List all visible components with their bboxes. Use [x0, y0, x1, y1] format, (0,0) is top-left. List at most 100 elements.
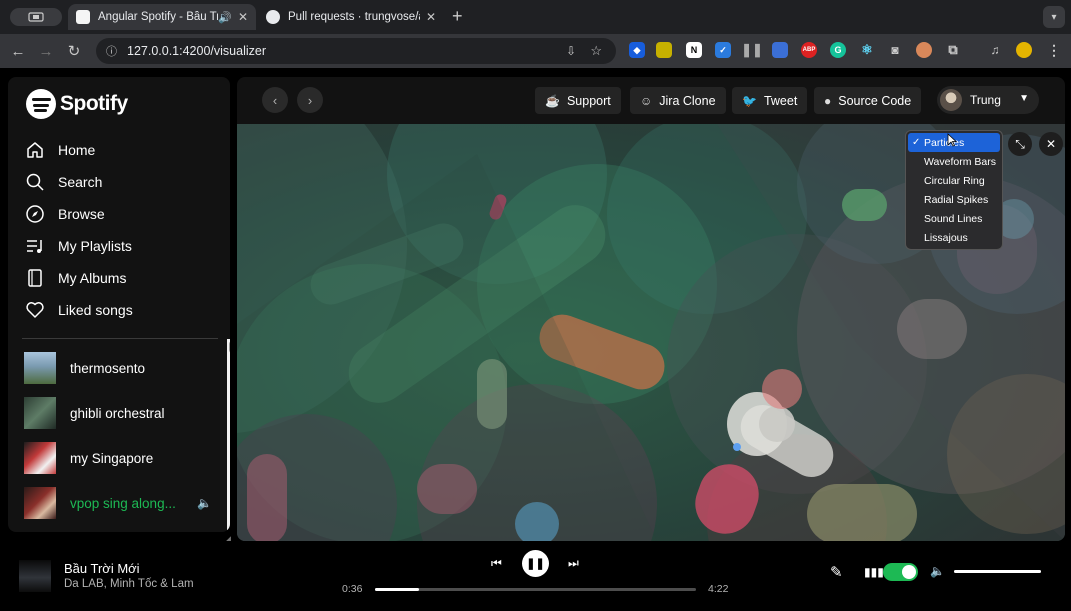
install-app-icon[interactable]: ⇩: [566, 44, 576, 58]
check-extension-icon[interactable]: ✓: [715, 42, 731, 58]
equalizer-icon[interactable]: ▮▮▮: [864, 565, 884, 579]
close-tab-icon[interactable]: ✕: [238, 10, 248, 24]
media-control-icon[interactable]: ♫: [987, 42, 1003, 58]
nav-home[interactable]: Home: [24, 137, 95, 163]
track-artist[interactable]: Da LAB, Minh Tốc & Lam: [64, 578, 194, 590]
main-content: ‹ › ☕ Support ☺ Jira Clone 🐦 Tweet ● Sou…: [237, 77, 1065, 541]
avatar: [940, 89, 962, 111]
address-bar[interactable]: ⓘ 127.0.0.1:4200/visualizer ⇩ ☆: [96, 38, 616, 64]
nav-label: Home: [58, 142, 96, 158]
avatar-extension-icon[interactable]: [916, 42, 932, 58]
tab-list-button[interactable]: ▾: [1043, 6, 1065, 28]
source-code-button[interactable]: ● Source Code: [814, 87, 922, 114]
tab-search-button[interactable]: [10, 8, 62, 26]
visualizer-mode-menu[interactable]: ✓ Particles Waveform Bars Circular Ring …: [905, 130, 1003, 250]
reload-icon[interactable]: ↻: [60, 37, 88, 65]
playlist-name: vpop sing along...: [70, 495, 176, 511]
playlist-scrollbar-thumb[interactable]: [229, 341, 230, 353]
adblock-extension-icon[interactable]: ABP: [801, 42, 817, 58]
react-devtools-icon[interactable]: ⚛: [859, 42, 875, 58]
nav-label: My Albums: [58, 270, 127, 286]
bitwarden-extension-icon[interactable]: ◆: [629, 42, 645, 58]
album-cover[interactable]: [19, 560, 51, 592]
playlist-cover: [24, 442, 56, 474]
playlist-item[interactable]: ghibli orchestral: [24, 394, 220, 432]
menu-item-sound-lines[interactable]: Sound Lines: [908, 209, 1000, 228]
nav-label: Liked songs: [58, 302, 133, 318]
spotify-logo[interactable]: Spotify: [26, 89, 128, 119]
tab-overview-icon: [28, 12, 44, 22]
nav-browse[interactable]: Browse: [24, 201, 105, 227]
spotify-logo-icon: [26, 89, 56, 119]
support-button[interactable]: ☕ Support: [535, 87, 621, 114]
vpn-extension-icon[interactable]: [772, 42, 788, 58]
playlist-name: my Singapore: [70, 450, 154, 466]
menu-item-label: Particles: [924, 136, 965, 149]
next-track-icon[interactable]: ⏭: [568, 556, 579, 571]
nav-liked-songs[interactable]: Liked songs: [24, 297, 133, 323]
browser-tab-github[interactable]: Pull requests · trungvose/ang ✕: [258, 4, 444, 30]
menu-item-lissajous[interactable]: Lissajous: [908, 228, 1000, 247]
visualizer-toggle[interactable]: [883, 563, 918, 581]
extensions-puzzle-icon[interactable]: ⧉: [945, 42, 961, 58]
browser-tab-spotify[interactable]: Angular Spotify - Bầu Trời 🔊 ✕: [68, 4, 256, 30]
forward-chevron-icon[interactable]: ›: [297, 87, 323, 113]
back-chevron-icon[interactable]: ‹: [262, 87, 288, 113]
pause-icon: ❚❚: [526, 558, 545, 570]
jira-clone-button[interactable]: ☺ Jira Clone: [630, 87, 726, 114]
nav-label: Search: [58, 174, 103, 190]
close-tab-icon[interactable]: ✕: [426, 10, 436, 24]
notion-extension-icon[interactable]: N: [686, 42, 702, 58]
playlist-item[interactable]: my Singapore: [24, 439, 220, 477]
browser-toolbar: ← → ↻ ⓘ 127.0.0.1:4200/visualizer ⇩ ☆ ◆ …: [0, 34, 1071, 68]
playlist-item-active[interactable]: vpop sing along... 🔈: [24, 484, 220, 522]
progress-bar[interactable]: [375, 588, 696, 591]
tab-title: Pull requests · trungvose/ang: [288, 11, 420, 23]
forward-arrow-icon[interactable]: →: [32, 37, 60, 65]
highlighter-extension-icon[interactable]: [656, 42, 672, 58]
visualizer-canvas[interactable]: ✓ Particles Waveform Bars Circular Ring …: [237, 124, 1065, 541]
volume-icon[interactable]: 🔈: [930, 564, 945, 578]
menu-item-circular-ring[interactable]: Circular Ring: [908, 171, 1000, 190]
grammarly-extension-icon[interactable]: G: [830, 42, 846, 58]
nav-label: Browse: [58, 206, 105, 222]
bookmark-star-icon[interactable]: ☆: [590, 43, 602, 59]
user-menu-button[interactable]: Trung ▼: [937, 86, 1039, 114]
github-icon: ●: [824, 93, 832, 108]
menu-item-label: Lissajous: [924, 231, 968, 244]
button-label: Tweet: [763, 93, 798, 108]
user-name: Trung: [970, 93, 1001, 107]
pause-button[interactable]: ❚❚: [522, 550, 549, 577]
playlist-cover: [24, 487, 56, 519]
playlist-cover: [24, 397, 56, 429]
tab-title: Angular Spotify - Bầu Trời: [98, 11, 219, 23]
camera-extension-icon[interactable]: ◙: [887, 42, 903, 58]
profile-avatar-icon[interactable]: [1016, 42, 1032, 58]
back-arrow-icon[interactable]: ←: [4, 37, 32, 65]
speaker-icon[interactable]: 🔊: [218, 11, 232, 24]
previous-track-icon[interactable]: ⏮: [491, 556, 502, 571]
collapse-icon[interactable]: ⤡: [1008, 132, 1032, 156]
close-icon[interactable]: ✕: [1039, 132, 1063, 156]
playlist-scrollbar[interactable]: [227, 339, 230, 530]
sidebar-divider: [22, 338, 218, 339]
new-tab-button[interactable]: +: [452, 6, 463, 27]
menu-item-radial-spikes[interactable]: Radial Spikes: [908, 190, 1000, 209]
site-info-icon[interactable]: ⓘ: [106, 43, 117, 59]
spotify-app: Spotify Home Search Browse My Playlists …: [0, 68, 1071, 611]
nav-label: My Playlists: [58, 238, 132, 254]
nav-my-playlists[interactable]: My Playlists: [24, 233, 132, 259]
edit-pen-icon[interactable]: ✎: [830, 563, 843, 581]
tweet-button[interactable]: 🐦 Tweet: [732, 87, 808, 114]
menu-item-waveform-bars[interactable]: Waveform Bars: [908, 152, 1000, 171]
nav-search[interactable]: Search: [24, 169, 102, 195]
button-label: Source Code: [838, 93, 912, 108]
menu-item-label: Waveform Bars: [924, 155, 996, 168]
more-menu-icon[interactable]: ⋮: [1046, 42, 1062, 58]
nav-my-albums[interactable]: My Albums: [24, 265, 126, 291]
volume-slider[interactable]: [954, 570, 1041, 573]
pause-extension-icon[interactable]: ❚❚: [741, 42, 763, 58]
spotify-logo-text: Spotify: [60, 92, 128, 115]
playlist-item[interactable]: thermosento: [24, 349, 220, 387]
track-title[interactable]: Bầu Trời Mới: [64, 561, 140, 576]
